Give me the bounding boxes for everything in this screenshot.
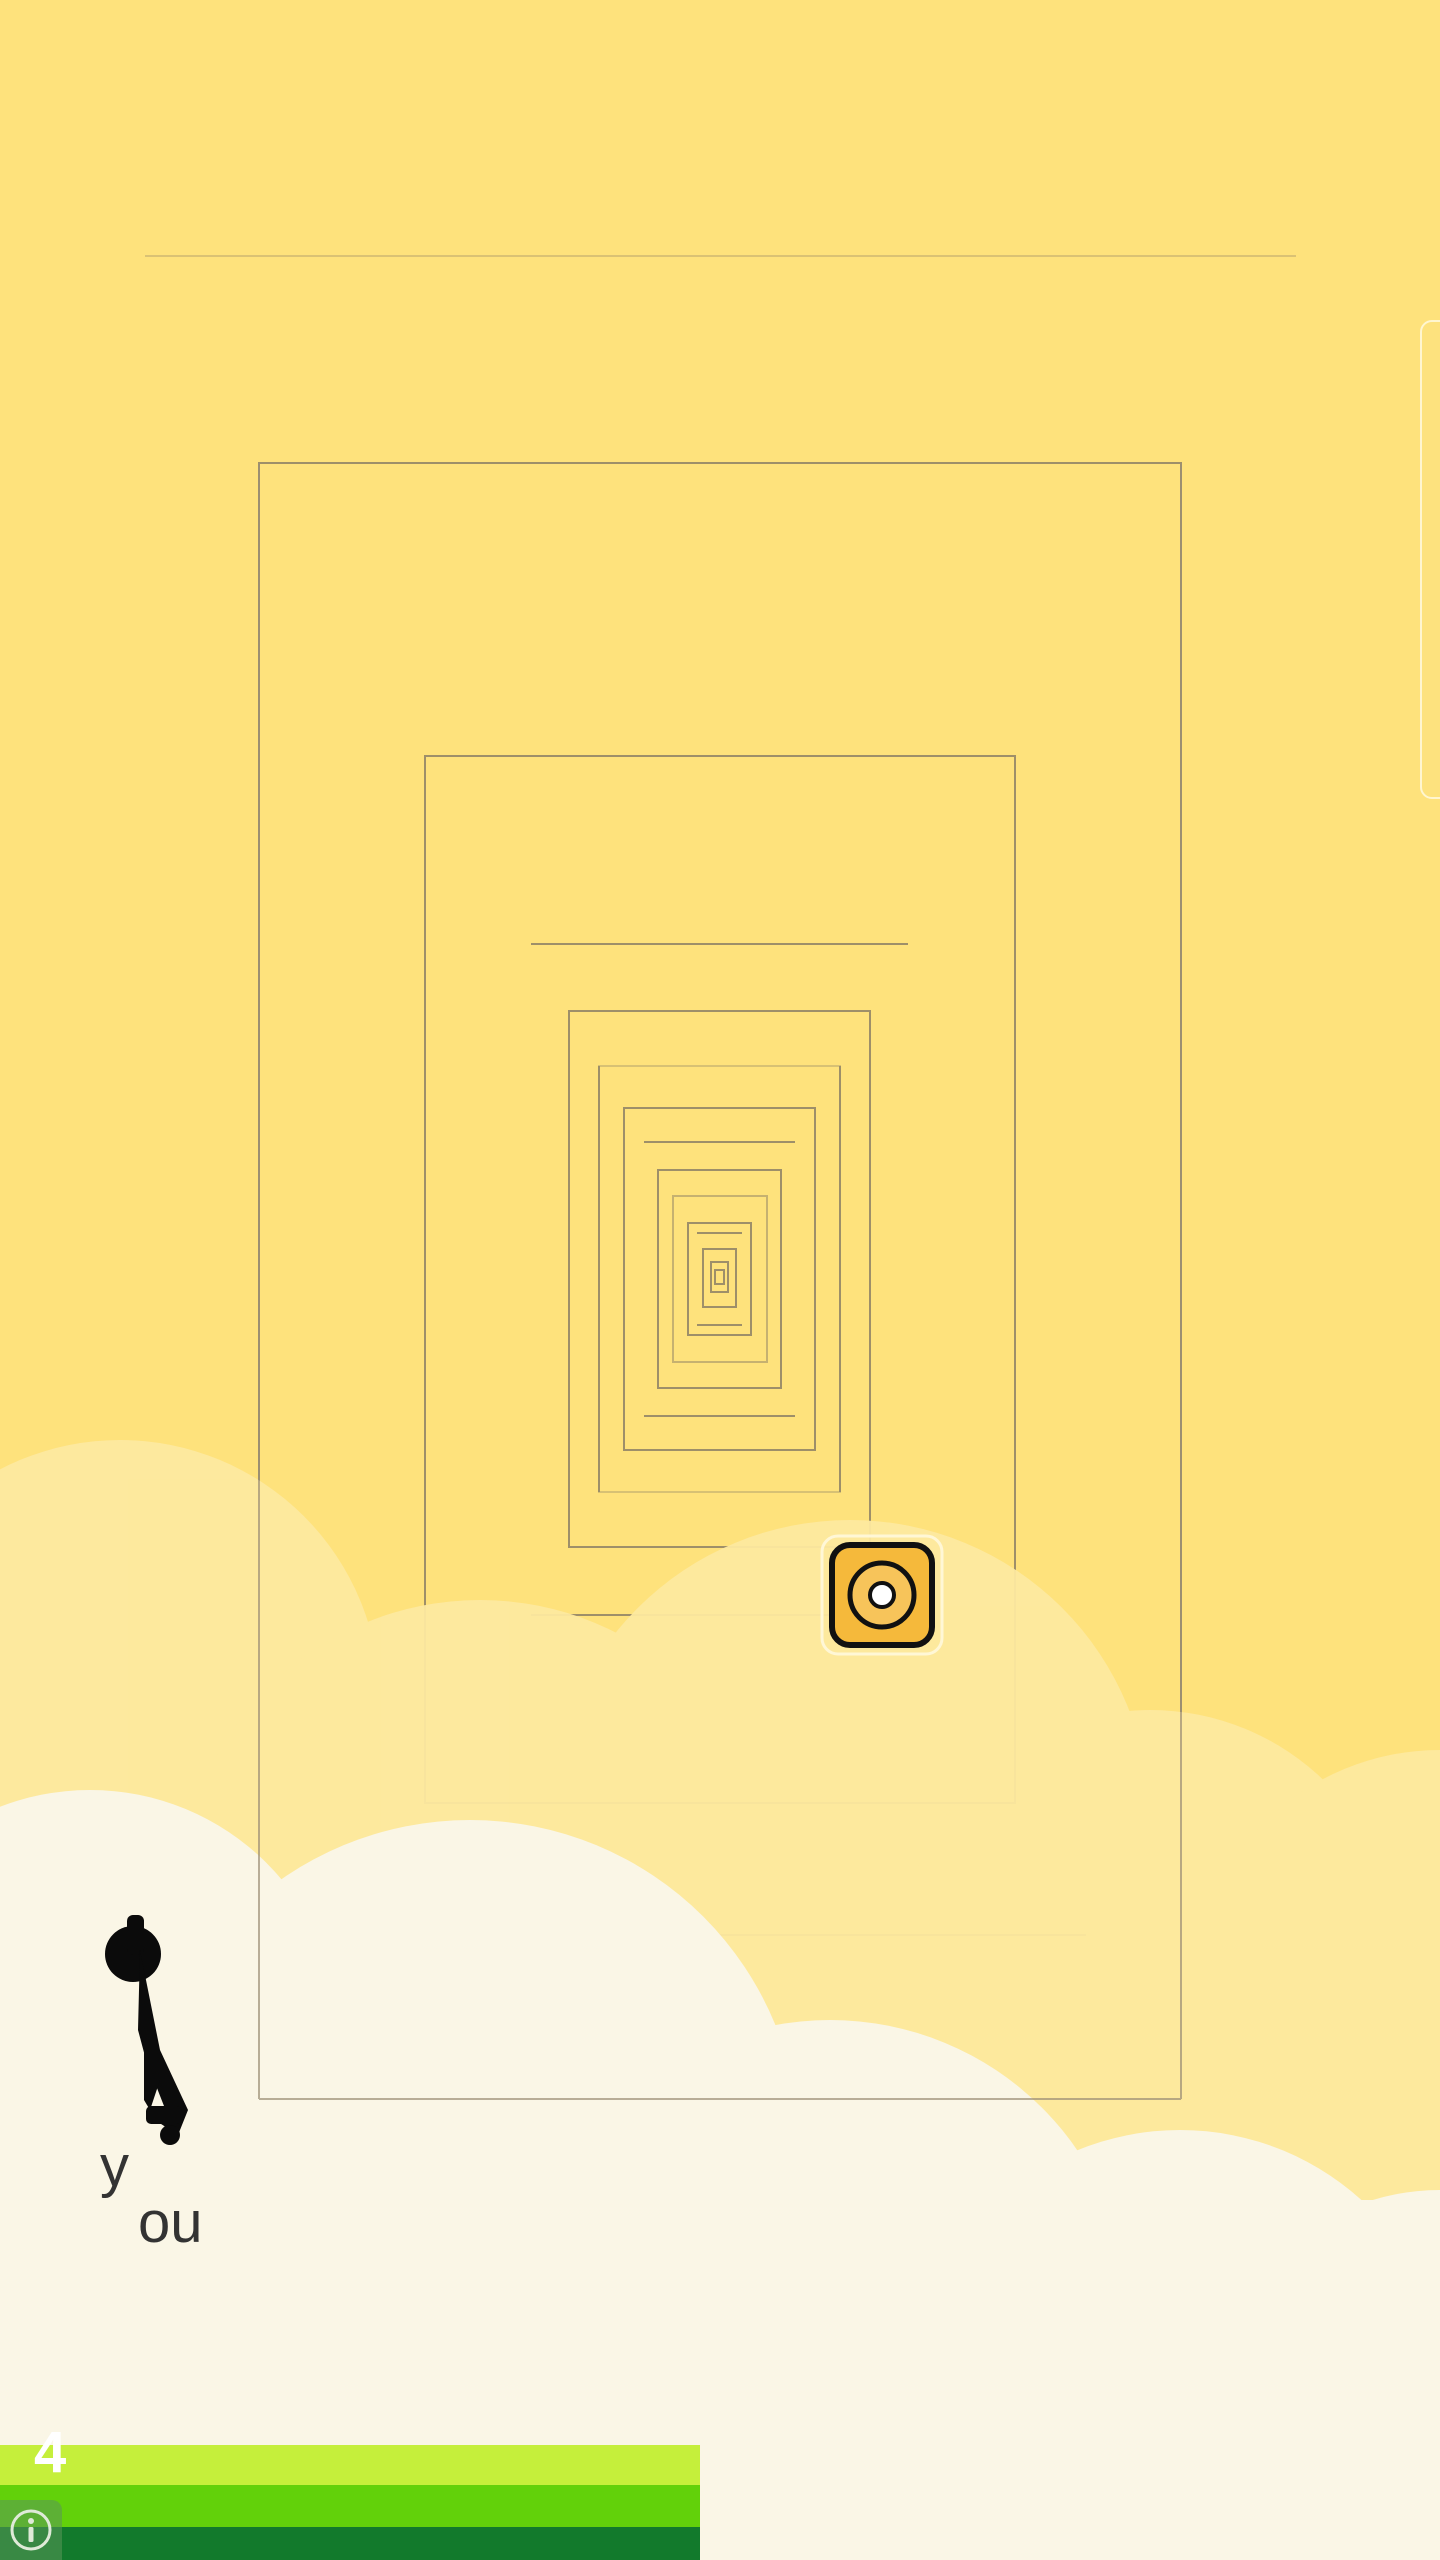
player-label-part2: ou xyxy=(138,2190,203,2255)
side-panel-handle[interactable] xyxy=(1420,320,1440,799)
stick-figure-player xyxy=(105,1915,188,2145)
level-bar-mid xyxy=(0,2485,700,2527)
tunnel-frame-3 xyxy=(568,1010,871,1548)
level-bar-dark xyxy=(0,2527,700,2560)
tunnel-frame-8 xyxy=(687,1222,752,1336)
info-icon xyxy=(10,2509,52,2551)
tunnel-frame-10 xyxy=(710,1261,729,1293)
tunnel-frame-9 xyxy=(702,1248,737,1308)
game-scene xyxy=(0,255,1440,2560)
info-button[interactable] xyxy=(0,2500,62,2560)
tunnel-frame-4 xyxy=(598,1065,841,1493)
level-number: 4 xyxy=(34,2420,67,2485)
target-button[interactable] xyxy=(820,1534,944,1656)
target-button-icon xyxy=(820,1534,944,1656)
tunnel-frame-11 xyxy=(714,1269,725,1285)
tunnel-frame-5 xyxy=(623,1107,816,1451)
player-label-part1: y xyxy=(100,2134,129,2199)
tunnel-frame-6 xyxy=(657,1169,782,1389)
player xyxy=(100,1910,210,2150)
level-bar-light xyxy=(0,2445,700,2485)
